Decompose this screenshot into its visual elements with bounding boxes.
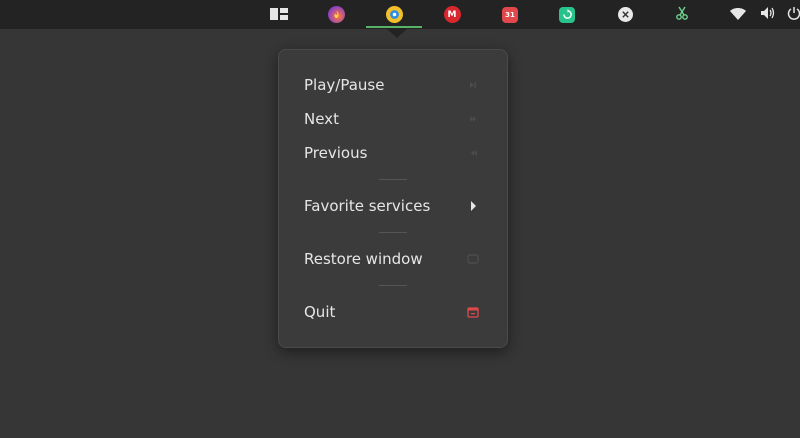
- submenu-arrow-icon: [467, 200, 479, 212]
- calendar-icon: 31: [502, 6, 518, 23]
- tray-volume[interactable]: [758, 0, 778, 29]
- menu-item-previous[interactable]: Previous: [279, 136, 507, 170]
- tray-circle[interactable]: [613, 0, 637, 29]
- workspaces-button[interactable]: [268, 0, 290, 29]
- firefox-icon: [327, 6, 345, 23]
- tray-scissors[interactable]: [670, 0, 694, 29]
- menu-pointer: [387, 29, 407, 38]
- menu-item-favorite-services[interactable]: Favorite services: [279, 189, 507, 223]
- previous-icon: [467, 147, 479, 159]
- menu-separator: [379, 232, 407, 233]
- sync-icon: [559, 6, 575, 23]
- tray-firefox[interactable]: [324, 0, 348, 29]
- tray-music-player[interactable]: [366, 0, 422, 29]
- menu-separator: [379, 285, 407, 286]
- menu-item-next[interactable]: Next: [279, 102, 507, 136]
- music-player-icon: [385, 6, 403, 23]
- power-icon: [787, 5, 800, 24]
- wifi-icon: [730, 5, 746, 24]
- tray-calendar[interactable]: 31: [498, 0, 522, 29]
- volume-icon: [760, 5, 776, 24]
- tray-context-menu: Play/Pause Next Previous Favorite servic…: [278, 49, 508, 348]
- next-icon: [467, 113, 479, 125]
- scissors-icon: [675, 5, 689, 24]
- menu-item-label: Previous: [304, 144, 368, 162]
- menu-item-restore-window[interactable]: Restore window: [279, 242, 507, 276]
- quit-icon: [467, 306, 479, 318]
- menu-item-label: Quit: [304, 303, 336, 321]
- tray-power[interactable]: [786, 0, 800, 29]
- top-panel: M 31: [0, 0, 800, 29]
- tray-mega[interactable]: M: [440, 0, 464, 29]
- play-pause-icon: [467, 79, 479, 91]
- circle-icon: [617, 7, 633, 22]
- menu-separator: [379, 179, 407, 180]
- tray-wifi[interactable]: [728, 0, 748, 29]
- menu-item-label: Favorite services: [304, 197, 431, 215]
- tray-sync[interactable]: [555, 0, 579, 29]
- mega-icon: M: [443, 6, 461, 23]
- menu-item-label: Play/Pause: [304, 76, 385, 94]
- menu-item-label: Restore window: [304, 250, 423, 268]
- menu-item-label: Next: [304, 110, 339, 128]
- workspaces-grid-icon: [270, 5, 288, 24]
- menu-item-play-pause[interactable]: Play/Pause: [279, 68, 507, 102]
- menu-item-quit[interactable]: Quit: [279, 295, 507, 329]
- restore-window-icon: [467, 253, 479, 265]
